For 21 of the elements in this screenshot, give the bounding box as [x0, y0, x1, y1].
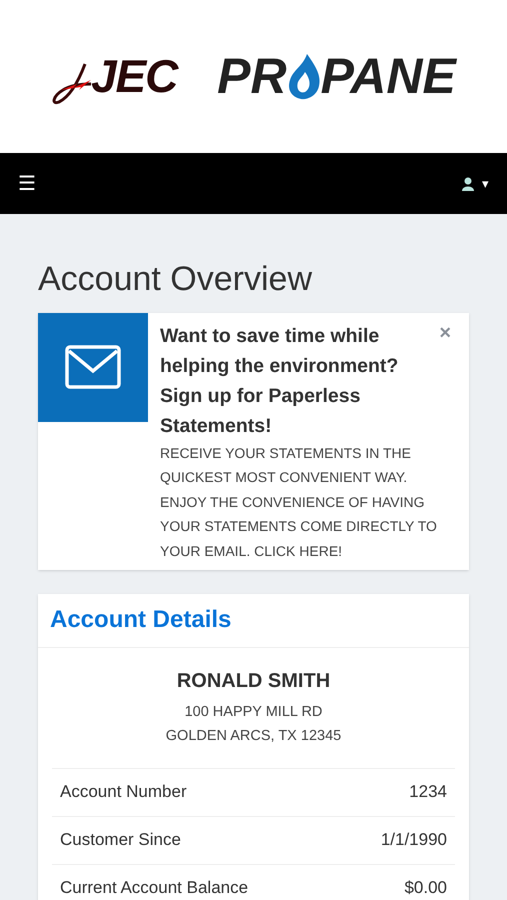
- envelope-icon: [65, 345, 121, 389]
- field-value: 1234: [409, 781, 447, 804]
- menu-button[interactable]: ☰: [18, 174, 36, 194]
- field-label: Account Number: [60, 781, 187, 804]
- field-value: 1/1/1990: [380, 829, 447, 852]
- address-line: GOLDEN ARCS, TX 12345: [164, 726, 342, 746]
- customer-name: RONALD SMITH: [176, 668, 332, 694]
- logo-text: PANE: [320, 47, 456, 106]
- page-title: Account Overview: [38, 259, 313, 300]
- logo-text: PR: [217, 47, 287, 106]
- flame-icon: [286, 54, 321, 100]
- user-menu-button[interactable]: ▾: [462, 174, 489, 194]
- user-icon: [462, 176, 474, 190]
- card-title: Account Details: [50, 605, 232, 635]
- logo-text: JEC: [91, 49, 178, 104]
- promo-headline[interactable]: Want to save time while helping the environment? Sign up for Paperless Statements!: [160, 320, 441, 440]
- field-value: $0.00: [404, 877, 447, 900]
- field-label: Customer Since: [60, 829, 181, 852]
- field-label: Current Account Balance: [60, 877, 248, 900]
- address-line: 100 HAPPY MILL RD: [184, 702, 324, 722]
- promo-text[interactable]: RECEIVE YOUR STATEMENTS IN THE QUICKEST MOST CONVENIENT WAY. ENJOY THE CONVENIENCE OF HAVING YOUR STATEMENTS COME DIRECTLY TO YOUR EMAIL. CLICK HERE!: [160, 440, 441, 563]
